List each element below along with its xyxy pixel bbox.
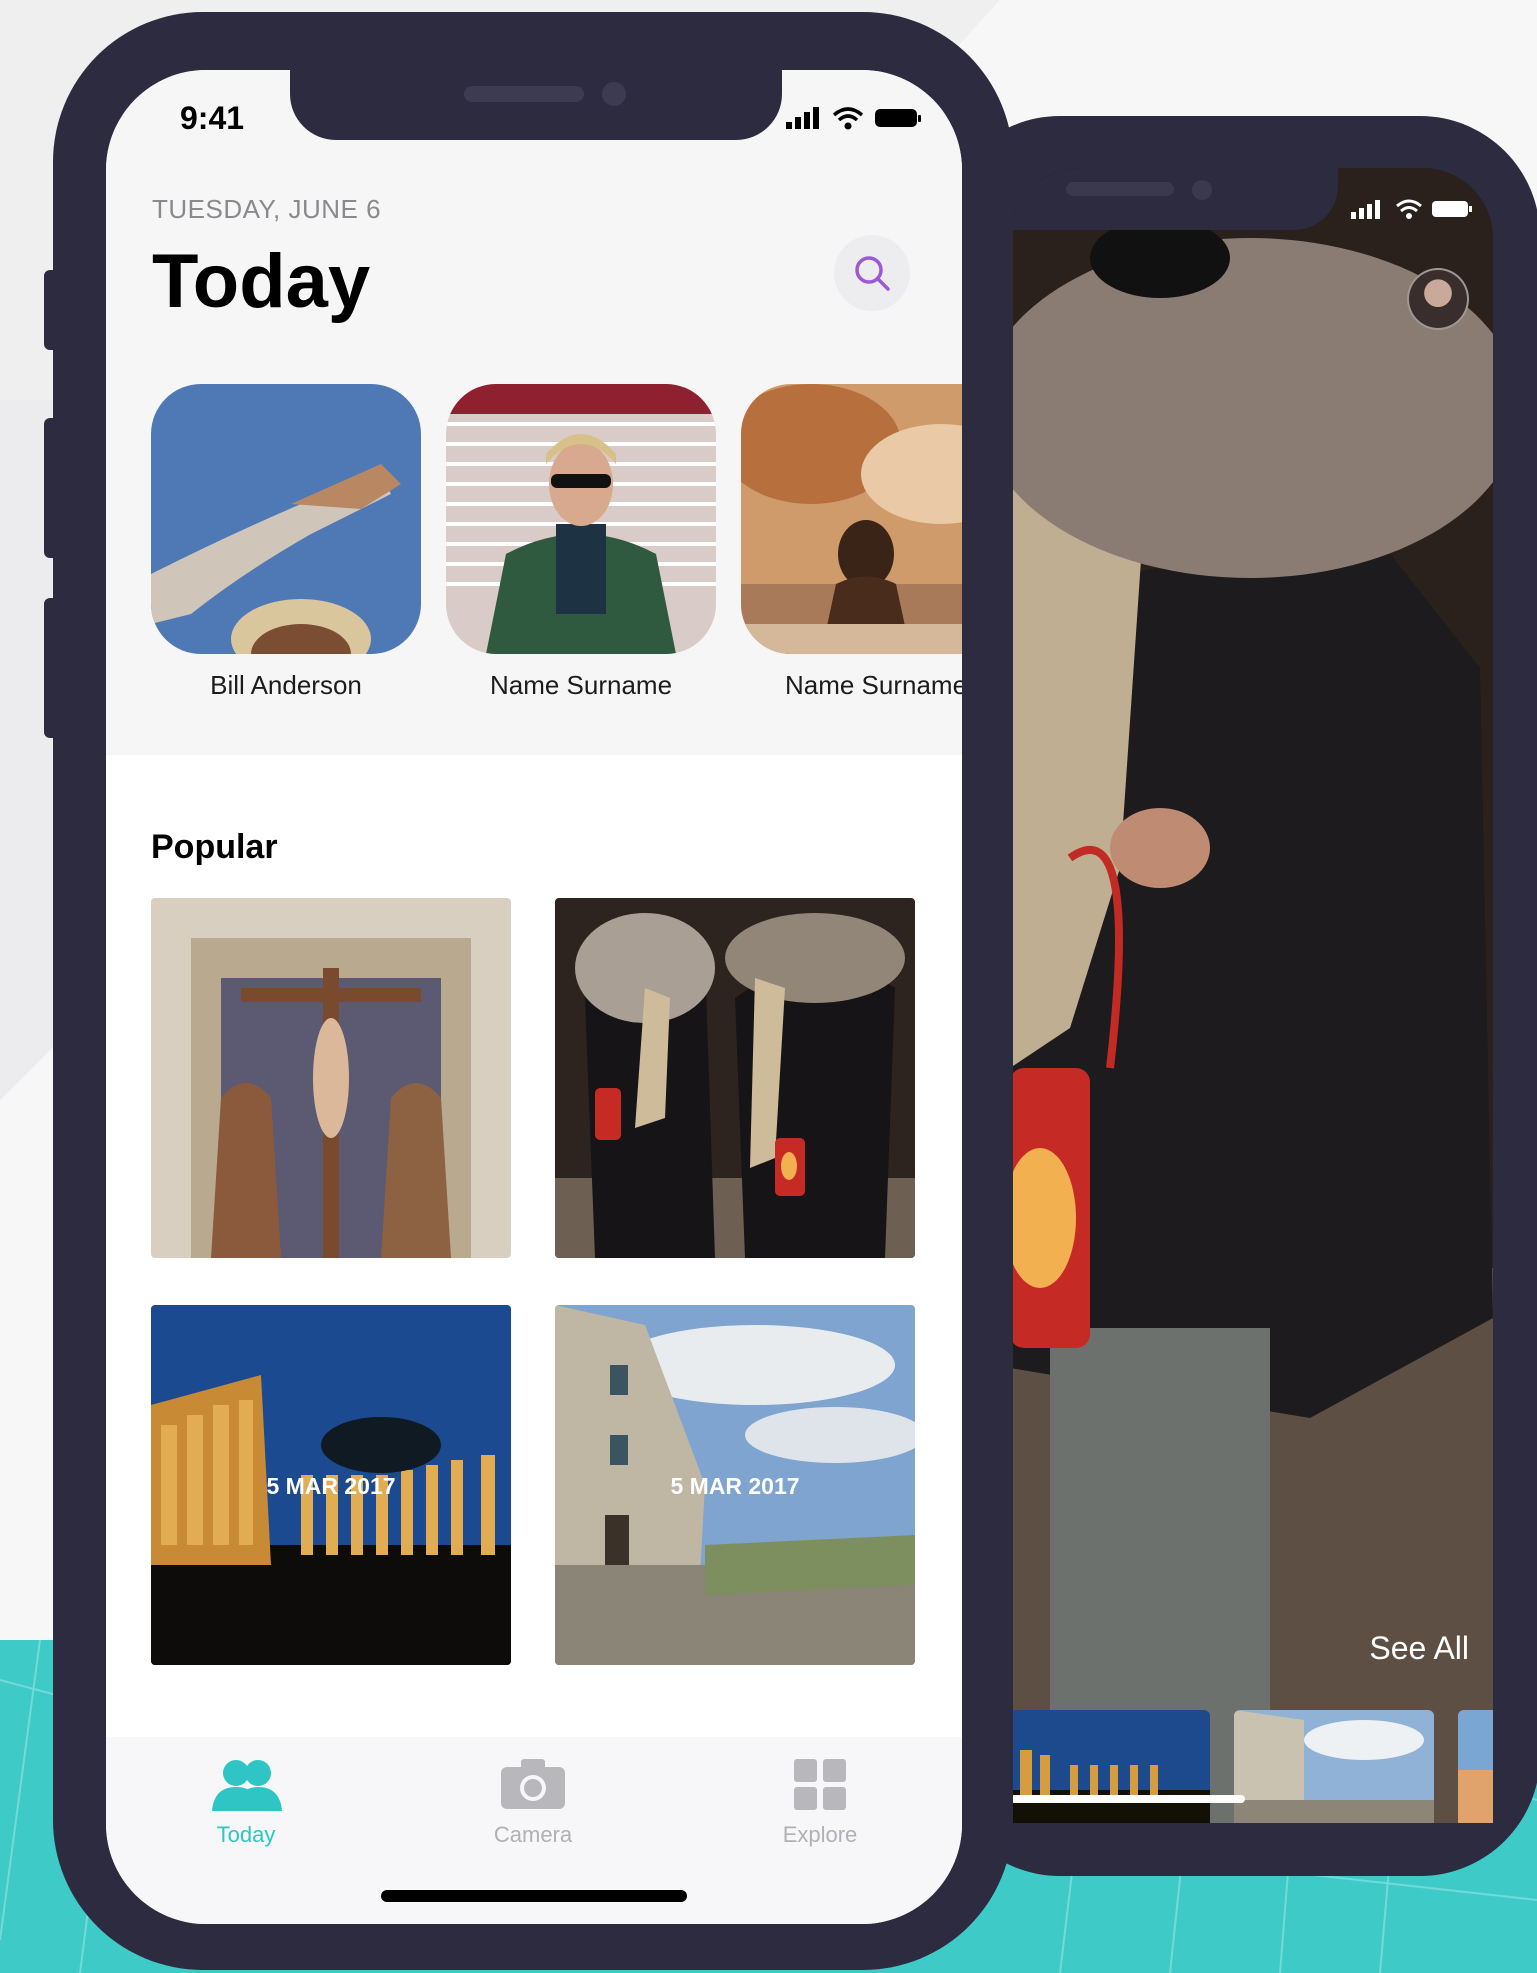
speaker-grille [464,86,584,102]
tab-label: Camera [493,1822,573,1847]
search-button[interactable] [834,235,910,311]
story-photo-sky [741,384,962,654]
story-name: Name Surname [489,670,673,700]
back-status-icons [1351,198,1473,220]
front-notch [290,70,782,140]
story-name: Bill Anderson [210,670,362,700]
front-camera [602,82,626,106]
story-thumbnail[interactable] [446,384,716,654]
wifi-icon [832,107,864,130]
thumbnail-temple[interactable] [1010,1710,1210,1823]
story-thumbnail[interactable] [151,384,421,654]
story-photo-jacket [446,384,716,654]
tile-date-label: 5 MAR 2017 [670,1473,800,1499]
tab-today[interactable]: Today [176,1757,316,1848]
speaker-grille [1066,182,1174,196]
tile-date-label: 5 MAR 2017 [266,1473,396,1499]
people-icon [212,1760,282,1811]
volume-down-button [44,598,64,738]
volume-up-button [44,418,64,558]
wifi-icon [1396,199,1422,219]
progress-bar [1010,1795,1245,1803]
thumbnail-street[interactable] [1234,1710,1434,1823]
tab-label: Explore [782,1822,858,1847]
header-section: TUESDAY, JUNE 6 Today Bill Anderson Name… [106,70,962,755]
signal-icon [1351,200,1380,219]
battery-icon [875,109,921,127]
see-all-link[interactable]: See All [1369,1630,1469,1667]
tab-explore[interactable]: Explore [750,1757,890,1848]
back-notch [1010,168,1338,230]
grid-icon [794,1759,846,1810]
status-icons [786,106,922,130]
story-name: Name Surname [784,670,962,700]
tab-camera[interactable]: Camera [463,1757,603,1848]
front-camera [1192,180,1212,200]
story-item[interactable]: Name Surname [741,384,962,701]
signal-icon [786,107,819,129]
current-date: TUESDAY, JUNE 6 [152,194,382,224]
popular-tile[interactable] [555,898,915,1258]
search-icon [855,256,890,291]
avatar[interactable] [1407,268,1469,330]
stories-carousel[interactable]: Bill Anderson Name Surname Name Surname [151,384,962,714]
photo-lanterns [555,898,915,1258]
story-item[interactable]: Bill Anderson [151,384,421,701]
battery-icon [1432,201,1472,217]
camera-icon [501,1759,565,1809]
section-title-popular: Popular [151,828,278,866]
thumbnail-next[interactable] [1458,1710,1493,1823]
story-photo-hand [151,384,421,654]
mute-switch [44,270,64,350]
story-thumbnail[interactable] [741,384,962,654]
home-indicator[interactable] [381,1890,687,1902]
page-title: Today [152,239,371,324]
front-phone-screen: TUESDAY, JUNE 6 Today Bill Anderson Name… [106,70,962,1924]
thumbnail-strip[interactable] [1010,1710,1493,1823]
fullscreen-photo [1010,168,1493,1823]
popular-tile[interactable]: 5 MAR 2017 [151,1305,511,1665]
photo-altar [151,898,511,1258]
status-time: 9:41 [180,100,245,136]
tab-label: Today [216,1822,276,1847]
back-phone-screen: See All [1010,168,1493,1823]
popular-tile[interactable] [151,898,511,1258]
popular-tile[interactable]: 5 MAR 2017 [555,1305,915,1665]
story-item[interactable]: Name Surname [446,384,716,701]
